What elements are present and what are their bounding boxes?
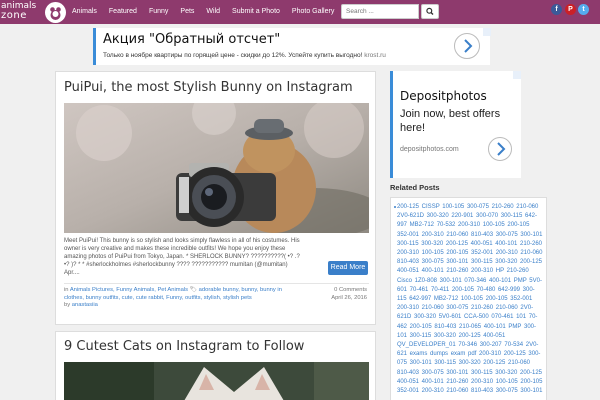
post-categories[interactable]: Animals Pictures, Funny Animals, Pet Ani… bbox=[70, 287, 188, 293]
top-banner-ad[interactable]: Акция "Обратный отсчет" Только в ноябре … bbox=[93, 28, 491, 65]
read-more-button[interactable]: Read More bbox=[328, 261, 368, 275]
search-input[interactable] bbox=[341, 4, 419, 19]
search-button[interactable] bbox=[421, 4, 439, 19]
post-card: PuiPui, the most Stylish Bunny on Instag… bbox=[55, 71, 376, 325]
top-ad-text: Только в ноябре квартиры по горящей цене… bbox=[103, 52, 363, 59]
sidebar-ad-arrow-button[interactable] bbox=[488, 137, 512, 161]
nav-link-wild[interactable]: Wild bbox=[200, 0, 226, 24]
sidebar-ad-body: Join now, best offers here! bbox=[400, 108, 501, 134]
top-ad-domain: krost.ru bbox=[364, 52, 386, 59]
post-divider bbox=[64, 283, 369, 284]
logo-line2: zone bbox=[1, 10, 27, 21]
post-card: 9 Cutest Cats on Instagram to Follow bbox=[55, 331, 376, 400]
nav-link-funny[interactable]: Funny bbox=[143, 0, 174, 24]
main-nav: Animals Featured Funny Pets Wild Submit … bbox=[66, 0, 340, 24]
nav-link-submit-photo[interactable]: Submit a Photo bbox=[226, 0, 286, 24]
post-meta-right: 0 Comments April 26, 2016 bbox=[331, 287, 367, 302]
top-ad-arrow-button[interactable] bbox=[454, 33, 480, 59]
chevron-right-icon bbox=[497, 142, 506, 156]
twitter-icon[interactable]: t bbox=[578, 4, 589, 15]
search-icon bbox=[426, 7, 434, 15]
site-logo[interactable]: animals zone bbox=[1, 1, 67, 23]
facebook-icon[interactable]: f bbox=[551, 4, 562, 15]
logo-text: animals zone bbox=[1, 2, 36, 21]
top-navbar: animals zone Animals Featured Funny Pets… bbox=[0, 0, 600, 24]
post-title[interactable]: PuiPui, the most Stylish Bunny on Instag… bbox=[64, 80, 353, 95]
related-posts-heading: Related Posts bbox=[390, 183, 440, 192]
post-author[interactable]: anastasiia bbox=[72, 302, 98, 308]
pinterest-icon[interactable]: P bbox=[565, 4, 576, 15]
list-bullet bbox=[394, 206, 396, 208]
post-image-cat[interactable] bbox=[64, 362, 369, 400]
ad-info-icon[interactable] bbox=[513, 71, 521, 79]
post-title[interactable]: 9 Cutest Cats on Instagram to Follow bbox=[64, 339, 304, 354]
categories-prefix: in bbox=[64, 287, 69, 293]
nav-link-featured[interactable]: Featured bbox=[103, 0, 143, 24]
post-image-bunny-photographer[interactable] bbox=[64, 103, 369, 233]
sidebar-ad[interactable]: Depositphotos Join now, best offers here… bbox=[390, 71, 521, 178]
post-comments[interactable]: 0 Comments bbox=[331, 287, 367, 295]
post-excerpt: Meet PuiPui! This bunny is so stylish an… bbox=[64, 238, 300, 276]
sidebar-ad-domain: depositphotos.com bbox=[400, 146, 459, 153]
post-date: April 26, 2016 bbox=[331, 294, 367, 301]
related-posts-links[interactable]: 200-125 CISSP 100-105 300-075 210-260 21… bbox=[397, 203, 543, 396]
nav-link-pets[interactable]: Pets bbox=[174, 0, 200, 24]
nav-link-animals[interactable]: Animals bbox=[66, 0, 103, 24]
tag-icon: 🏷 bbox=[189, 287, 198, 293]
top-ad-title: Акция "Обратный отсчет" bbox=[103, 32, 281, 47]
related-posts-list: 200-125 CISSP 100-105 300-075 210-260 21… bbox=[390, 197, 547, 400]
ad-info-icon[interactable] bbox=[483, 28, 491, 36]
author-prefix: by bbox=[64, 302, 71, 308]
logo-mascot-icon bbox=[45, 2, 66, 23]
sidebar-ad-title: Depositphotos bbox=[400, 89, 487, 103]
post-meta: in Animals Pictures, Funny Animals, Pet … bbox=[64, 287, 289, 310]
chevron-right-icon bbox=[464, 39, 473, 53]
top-ad-subtitle: Только в ноябре квартиры по горящей цене… bbox=[103, 52, 386, 59]
nav-link-photo-gallery[interactable]: Photo Gallery bbox=[286, 0, 340, 24]
